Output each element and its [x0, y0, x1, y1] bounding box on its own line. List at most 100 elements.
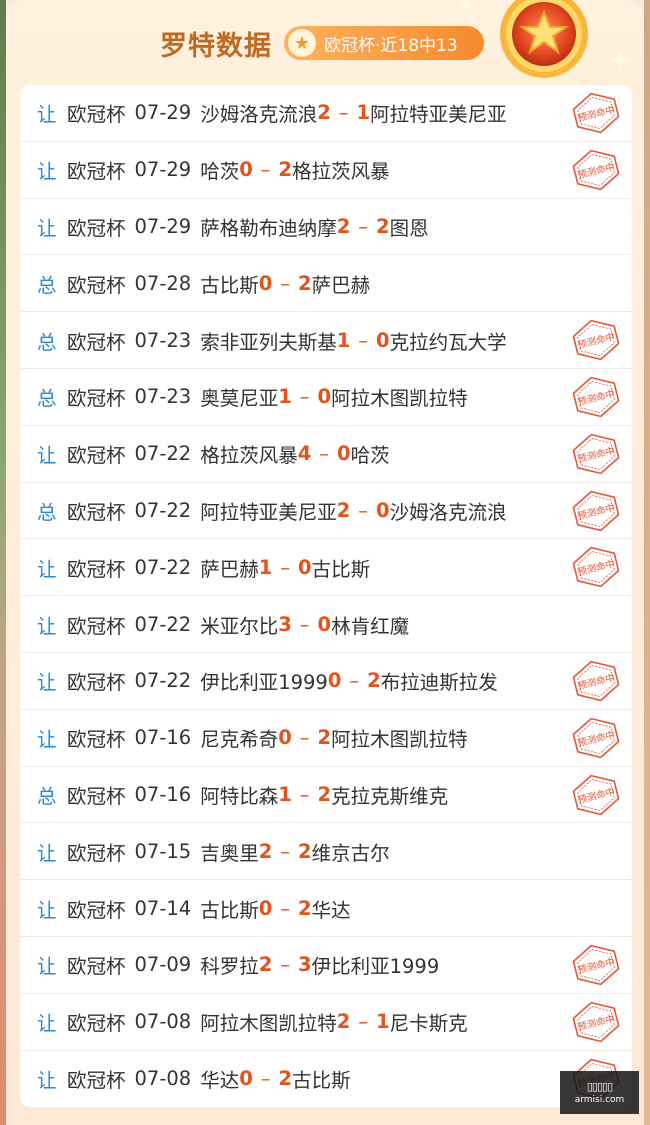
match-row[interactable]: 让欧冠杯 07-09 科罗拉 2–3 伊比利亚1999 预测命中 [20, 937, 632, 994]
away-score: 0 [298, 555, 312, 579]
bet-type-label: 让 [37, 955, 57, 979]
home-team: 伊比利亚1999 [200, 671, 328, 695]
match-date: 07-22 [134, 669, 192, 693]
league-name: 欧冠杯 [67, 273, 126, 297]
score-separator: – [299, 782, 310, 806]
match-row[interactable]: 让欧冠杯 07-14 古比斯 0–2 华达 [20, 880, 632, 937]
match-row[interactable]: 总欧冠杯 07-16 阿特比森 1–2 克拉克斯维克 预测命中 [20, 767, 632, 824]
match-row[interactable]: 让欧冠杯 07-08 阿拉木图凯拉特 2–1 尼卡斯克 预测命中 [20, 994, 632, 1051]
match-row[interactable]: 总欧冠杯 07-23 奥莫尼亚 1–0 阿拉木图凯拉特 预测命中 [20, 369, 632, 426]
prediction-hit-stamp: 预测命中 [572, 490, 620, 531]
panel-title: 罗特数据 [160, 31, 272, 62]
home-team: 哈茨 [200, 160, 240, 184]
bet-type-label: 让 [37, 841, 57, 865]
away-team: 华达 [311, 898, 351, 922]
score-separator: – [280, 953, 291, 977]
home-team: 沙姆洛克流浪 [200, 103, 318, 127]
match-date: 07-16 [134, 782, 192, 806]
score-separator: – [299, 612, 310, 636]
medal-icon [500, 0, 588, 78]
match-row[interactable]: 总欧冠杯 07-28 古比斯 0–2 萨巴赫 [20, 255, 632, 313]
home-team: 古比斯 [200, 273, 259, 297]
watermark: ▯▯▯▯▯ armisi.com [560, 1071, 639, 1114]
prediction-hit-stamp: 预测命中 [572, 92, 620, 134]
score-separator: – [358, 498, 369, 522]
bet-type-label: 让 [37, 671, 57, 695]
panel-header: 罗特数据 ★ 欧冠杯·近18中13 ✦ ✦ [6, 0, 644, 86]
home-score: 2 [336, 498, 351, 522]
home-team: 萨格勒布迪纳摩 [200, 216, 337, 240]
bet-type-label: 让 [37, 557, 57, 581]
bet-type-label: 让 [37, 103, 57, 127]
home-team: 吉奥里 [200, 841, 259, 865]
home-team: 奥莫尼亚 [200, 387, 279, 411]
right-edge-strip [644, 0, 650, 1125]
home-team: 萨巴赫 [200, 557, 259, 581]
away-score: 2 [298, 839, 312, 863]
watermark-text: armisi.com [574, 1095, 625, 1105]
away-score: 2 [298, 271, 312, 295]
prediction-hit-stamp: 预测命中 [572, 717, 620, 759]
score-separator: – [260, 158, 271, 182]
home-score: 2 [317, 101, 331, 125]
bet-type-label: 让 [37, 160, 57, 184]
match-date: 07-22 [134, 498, 192, 522]
league-name: 欧冠杯 [67, 955, 126, 979]
away-score: 1 [376, 1010, 390, 1034]
bet-type-label: 让 [37, 898, 57, 922]
league-name: 欧冠杯 [67, 216, 126, 240]
score-separator: – [280, 896, 291, 920]
away-team: 阿拉木图凯拉特 [331, 387, 468, 411]
home-team: 米亚尔比 [200, 614, 279, 638]
away-team: 阿拉木图凯拉特 [331, 728, 468, 752]
match-row[interactable]: 让欧冠杯 07-29 萨格勒布迪纳摩 2–2 图恩 [20, 199, 632, 256]
away-score: 1 [356, 101, 371, 125]
away-team: 哈茨 [350, 444, 390, 468]
record-badge-text: 欧冠杯·近18中13 [324, 35, 458, 56]
score-separator: – [358, 1010, 369, 1034]
match-row[interactable]: 让欧冠杯 07-22 萨巴赫 1–0 古比斯 预测命中 [20, 539, 632, 597]
bet-type-label: 让 [37, 1069, 57, 1093]
match-row[interactable]: 总欧冠杯 07-22 阿拉特亚美尼亚 2–0 沙姆洛克流浪 预测命中 [20, 483, 632, 540]
away-team: 克拉克斯维克 [331, 784, 449, 808]
bet-type-label: 让 [37, 728, 57, 752]
match-date: 07-29 [134, 214, 192, 238]
match-row[interactable]: 让欧冠杯 07-22 米亚尔比 3–0 林肯红魔 [20, 596, 632, 653]
star-icon: ★ [288, 29, 316, 57]
prediction-hit-stamp: 预测命中 [572, 376, 620, 418]
away-score: 2 [298, 896, 312, 920]
league-name: 欧冠杯 [67, 614, 126, 638]
prediction-hit-stamp: 预测命中 [572, 660, 620, 702]
home-score: 0 [239, 1067, 253, 1091]
match-row[interactable]: 让欧冠杯 07-22 伊比利亚1999 0–2 布拉迪斯拉发 预测命中 [20, 653, 632, 710]
match-row[interactable]: 让欧冠杯 07-29 哈茨 0–2 格拉茨风暴 预测命中 [20, 142, 632, 199]
match-date: 07-28 [134, 271, 192, 295]
league-name: 欧冠杯 [67, 500, 126, 524]
league-name: 欧冠杯 [67, 444, 126, 468]
away-team: 格拉茨风暴 [292, 160, 390, 184]
match-row[interactable]: 让欧冠杯 07-22 格拉茨风暴 4–0 哈茨 预测命中 [20, 426, 632, 483]
away-score: 2 [376, 214, 390, 238]
match-date: 07-29 [134, 158, 192, 182]
bet-type-label: 让 [37, 614, 57, 638]
home-score: 0 [327, 669, 342, 693]
match-row[interactable]: 让欧冠杯 07-29 沙姆洛克流浪 2–1 阿拉特亚美尼亚 预测命中 [20, 85, 632, 142]
match-row[interactable]: 总欧冠杯 07-23 索非亚列夫斯基 1–0 克拉约瓦大学 预测命中 [20, 312, 632, 369]
match-date: 07-22 [134, 442, 192, 466]
match-date: 07-16 [134, 726, 192, 750]
away-team: 古比斯 [311, 557, 371, 581]
score-separator: – [358, 328, 369, 352]
match-row[interactable]: 让欧冠杯 07-16 尼克希奇 0–2 阿拉木图凯拉特 预测命中 [20, 710, 632, 767]
home-score: 4 [297, 442, 312, 466]
away-team: 克拉约瓦大学 [389, 330, 507, 354]
match-date: 07-14 [134, 896, 192, 920]
home-score: 0 [258, 896, 273, 920]
league-name: 欧冠杯 [67, 103, 126, 127]
match-row[interactable]: 让欧冠杯07-08华达0–2古比斯预测命中 [20, 1051, 632, 1108]
bet-type-label: 总 [37, 387, 57, 411]
bet-type-label: 总 [37, 500, 57, 524]
sparkle-icon: ✦ [458, 0, 475, 18]
match-date: 07-23 [134, 328, 192, 352]
match-row[interactable]: 让欧冠杯 07-15 吉奥里 2–2 维京古尔 [20, 823, 632, 881]
away-team: 布拉迪斯拉发 [380, 671, 498, 695]
